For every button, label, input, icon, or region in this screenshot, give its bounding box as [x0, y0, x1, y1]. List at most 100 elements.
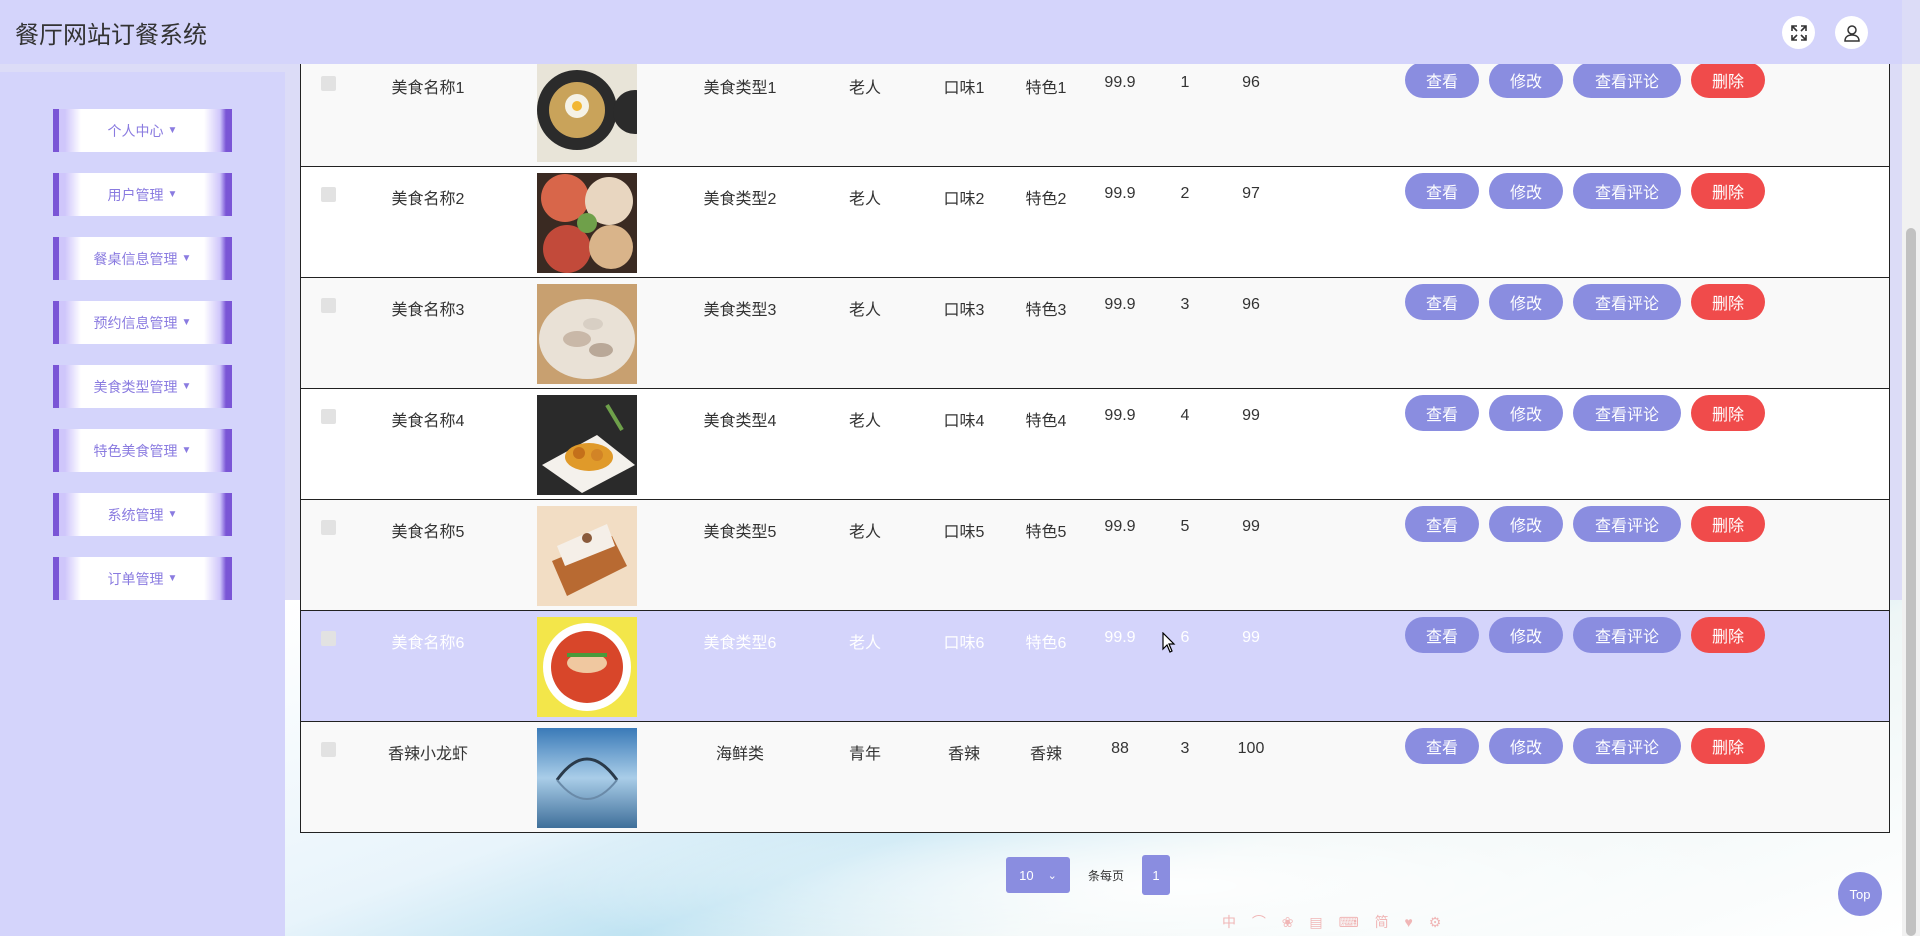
sidebar-item-user-management[interactable]: 用户管理 ▼ — [53, 173, 232, 216]
food-name: 美食名称6 — [391, 635, 465, 652]
price: 99.9 — [1104, 629, 1136, 646]
sidebar-item-system[interactable]: 系统管理 ▼ — [53, 493, 232, 536]
food-name: 美食名称1 — [391, 80, 465, 97]
view-button[interactable]: 查看 — [1405, 728, 1479, 764]
table-row[interactable]: 美食名称5 美食类型5 老人 口味5 特色5 99.9 5 99 查看 修改 查… — [300, 500, 1890, 611]
caret-down-icon: ▼ — [181, 381, 192, 392]
count-b: 99 — [1242, 518, 1260, 535]
flavor: 口味4 — [943, 413, 985, 430]
back-to-top-button[interactable]: Top — [1838, 872, 1882, 916]
view-button[interactable]: 查看 — [1405, 617, 1479, 653]
row-checkbox[interactable] — [321, 298, 336, 313]
audience: 老人 — [848, 302, 882, 319]
mouse-cursor-icon — [1162, 631, 1176, 659]
delete-button[interactable]: 删除 — [1691, 62, 1765, 98]
table-row[interactable]: 美食名称6 美食类型6 老人 口味6 特色6 99.9 6 99 查看 修改 查… — [300, 611, 1890, 722]
delete-button[interactable]: 删除 — [1691, 284, 1765, 320]
delete-button[interactable]: 删除 — [1691, 173, 1765, 209]
food-name: 美食名称5 — [391, 524, 465, 541]
view-button[interactable]: 查看 — [1405, 284, 1479, 320]
flavor: 口味1 — [943, 80, 985, 97]
scrollbar[interactable] — [1902, 64, 1920, 936]
sidebar-item-personal-center[interactable]: 个人中心 ▼ — [53, 109, 232, 152]
flavor: 口味6 — [943, 635, 985, 652]
sidebar-item-food-type[interactable]: 美食类型管理 ▼ — [53, 365, 232, 408]
edit-button[interactable]: 修改 — [1489, 506, 1563, 542]
count-a: 2 — [1180, 185, 1190, 202]
page-number-button[interactable]: 1 — [1142, 855, 1171, 895]
scrollbar-thumb[interactable] — [1906, 228, 1916, 936]
view-comments-button[interactable]: 查看评论 — [1573, 395, 1681, 431]
table-row[interactable]: 香辣小龙虾 海鲜类 青年 香辣 香辣 88 3 100 查看 修改 查看评论 删… — [300, 722, 1890, 833]
table-row[interactable]: 美食名称3 美食类型3 老人 口味3 特色3 99.9 3 96 查看 修改 查… — [300, 278, 1890, 389]
view-comments-button[interactable]: 查看评论 — [1573, 173, 1681, 209]
feature: 特色1 — [1025, 80, 1067, 97]
row-checkbox[interactable] — [321, 520, 336, 535]
edit-button[interactable]: 修改 — [1489, 728, 1563, 764]
feature: 特色5 — [1025, 524, 1067, 541]
delete-button[interactable]: 删除 — [1691, 506, 1765, 542]
food-name: 美食名称2 — [391, 191, 465, 208]
view-comments-button[interactable]: 查看评论 — [1573, 62, 1681, 98]
price: 99.9 — [1104, 185, 1136, 202]
per-page-label: 条每页 — [1088, 868, 1125, 883]
sidebar-item-table-info[interactable]: 餐桌信息管理 ▼ — [53, 237, 232, 280]
view-comments-button[interactable]: 查看评论 — [1573, 284, 1681, 320]
count-a: 3 — [1180, 296, 1190, 313]
row-checkbox[interactable] — [321, 409, 336, 424]
view-comments-button[interactable]: 查看评论 — [1573, 617, 1681, 653]
sidebar-item-reservation[interactable]: 预约信息管理 ▼ — [53, 301, 232, 344]
sidebar-item-special-food[interactable]: 特色美食管理 ▼ — [53, 429, 232, 472]
edit-button[interactable]: 修改 — [1489, 284, 1563, 320]
top-bar: 餐厅网站订餐系统 — [0, 0, 1902, 64]
view-comments-button[interactable]: 查看评论 — [1573, 728, 1681, 764]
caret-down-icon: ▼ — [181, 253, 192, 264]
table-row[interactable]: 美食名称4 美食类型4 老人 口味4 特色4 99.9 4 99 查看 修改 查… — [300, 389, 1890, 500]
count-b: 96 — [1242, 74, 1260, 91]
view-button[interactable]: 查看 — [1405, 395, 1479, 431]
audience: 老人 — [848, 524, 882, 541]
flavor: 香辣 — [947, 746, 981, 763]
food-name: 香辣小龙虾 — [387, 746, 469, 763]
row-checkbox[interactable] — [321, 76, 336, 91]
edit-button[interactable]: 修改 — [1489, 617, 1563, 653]
audience: 老人 — [848, 413, 882, 430]
delete-button[interactable]: 删除 — [1691, 395, 1765, 431]
pagination: 10 ⌄ 条每页 1 — [1006, 855, 1171, 895]
row-checkbox[interactable] — [321, 742, 336, 757]
audience: 青年 — [848, 746, 882, 763]
delete-button[interactable]: 删除 — [1691, 728, 1765, 764]
view-button[interactable]: 查看 — [1405, 506, 1479, 542]
view-button[interactable]: 查看 — [1405, 173, 1479, 209]
fullscreen-button[interactable] — [1782, 16, 1815, 49]
food-image — [537, 395, 637, 495]
table-row[interactable]: 美食名称2 美食类型2 老人 口味2 特色2 99.9 2 97 查看 修改 查… — [300, 167, 1890, 278]
row-checkbox[interactable] — [321, 631, 336, 646]
count-b: 99 — [1242, 629, 1260, 646]
food-type: 美食类型2 — [703, 191, 777, 208]
table-row[interactable]: 美食名称1 美食类型1 老人 口味1 特色1 99.9 1 96 查看 修改 查… — [300, 56, 1890, 167]
food-image — [537, 173, 637, 273]
audience: 老人 — [848, 80, 882, 97]
price: 88 — [1111, 740, 1129, 757]
feature: 特色6 — [1025, 635, 1067, 652]
edit-button[interactable]: 修改 — [1489, 173, 1563, 209]
user-button[interactable] — [1835, 16, 1868, 49]
audience: 老人 — [848, 191, 882, 208]
food-image — [537, 728, 637, 828]
edit-button[interactable]: 修改 — [1489, 395, 1563, 431]
feature: 特色3 — [1025, 302, 1067, 319]
edit-button[interactable]: 修改 — [1489, 62, 1563, 98]
price: 99.9 — [1104, 407, 1136, 424]
food-type: 美食类型3 — [703, 302, 777, 319]
page-size-select[interactable]: 10 ⌄ — [1006, 857, 1070, 893]
delete-button[interactable]: 删除 — [1691, 617, 1765, 653]
user-icon — [1843, 24, 1860, 42]
view-button[interactable]: 查看 — [1405, 62, 1479, 98]
view-comments-button[interactable]: 查看评论 — [1573, 506, 1681, 542]
price: 99.9 — [1104, 518, 1136, 535]
feature: 香辣 — [1029, 746, 1063, 763]
row-checkbox[interactable] — [321, 187, 336, 202]
expand-icon — [1790, 24, 1807, 41]
sidebar-item-orders[interactable]: 订单管理 ▼ — [53, 557, 232, 600]
